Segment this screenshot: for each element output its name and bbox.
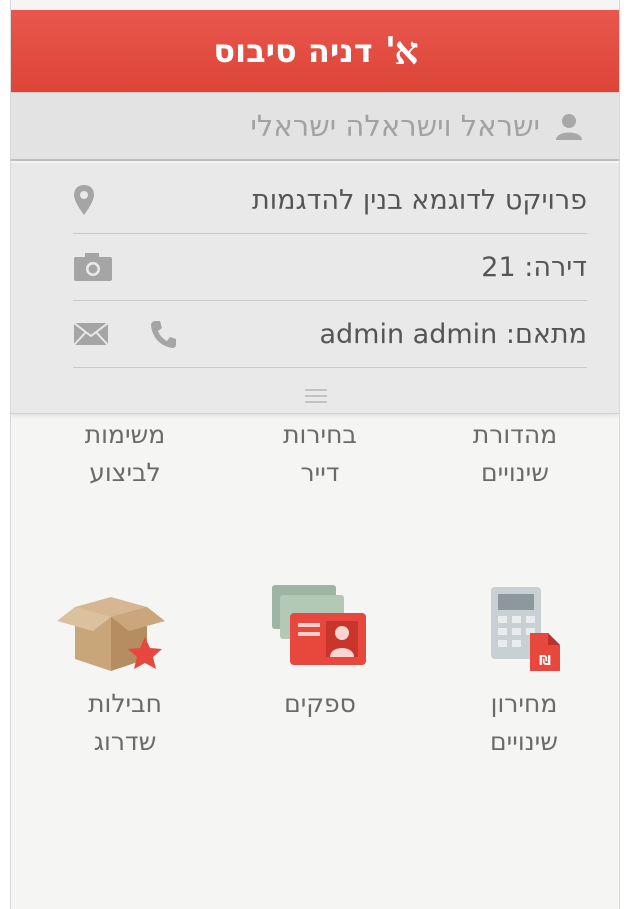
tile-label-line2: לביצוע	[89, 458, 161, 487]
coordinator-name: מתאם: admin admin	[319, 318, 587, 350]
app-logo: א'	[384, 28, 419, 73]
user-row[interactable]: ישראל וישראלה ישראלי	[11, 93, 619, 161]
tile-suppliers[interactable]: ספקים	[235, 685, 405, 723]
camera-icon[interactable]	[73, 252, 113, 282]
tile-label-line1: ספקים	[284, 689, 356, 718]
tile-label-line1: משימות	[84, 420, 166, 449]
phone-icon[interactable]	[149, 319, 177, 349]
location-pin-icon	[74, 185, 94, 215]
user-name: ישראל וישראלה ישראלי	[250, 109, 540, 143]
tile-label-line2: שדרוג	[93, 727, 157, 756]
tile-tasks[interactable]: משימות לביצוע	[40, 416, 210, 492]
project-row: פרויקט לדוגמא בנין להדגמות	[73, 167, 587, 234]
tile-change-editions[interactable]: מהדורת שינויים	[430, 416, 600, 492]
tile-change-pricelist[interactable]: מחירון שינויים	[439, 685, 609, 761]
calculator-price-icon[interactable]: ₪	[482, 581, 566, 673]
svg-text:₪: ₪	[539, 654, 551, 669]
app-header: א' דניה סיבוס	[11, 10, 619, 92]
header-title: דניה סיבוס	[213, 32, 373, 70]
project-name: פרויקט לדוגמא בנין להדגמות	[252, 184, 587, 216]
info-panel: פרויקט לדוגמא בנין להדגמות דירה: 21 מתאם…	[11, 163, 619, 414]
tile-tenant-choices[interactable]: בחירות דייר	[235, 416, 405, 492]
tile-label-line1: חבילות	[88, 689, 162, 718]
apartment-number: דירה: 21	[481, 251, 587, 283]
drag-handle-icon[interactable]	[305, 385, 327, 407]
coordinator-row: מתאם: admin admin	[73, 301, 587, 368]
app-frame: א' דניה סיבוס ישראל וישראלה ישראלי פרויק…	[10, 0, 620, 909]
mail-icon[interactable]	[73, 322, 109, 346]
tile-upgrade-packages[interactable]: חבילות שדרוג	[40, 685, 210, 761]
user-icon	[556, 114, 582, 140]
tile-label-line2: דייר	[300, 458, 340, 487]
tile-label-line2: שינויים	[490, 727, 558, 756]
tile-label-line2: שינויים	[481, 458, 549, 487]
tile-label-line1: מהדורת	[472, 420, 558, 449]
tile-label-line1: בחירות	[283, 420, 357, 449]
menu-grid: מהדורת שינויים בחירות דייר משימות לביצוע…	[11, 413, 619, 909]
upgrade-package-icon[interactable]	[55, 585, 167, 675]
tile-label-line1: מחירון	[490, 689, 558, 718]
supplier-cards-icon[interactable]	[270, 583, 370, 669]
apartment-row: דירה: 21	[73, 234, 587, 301]
